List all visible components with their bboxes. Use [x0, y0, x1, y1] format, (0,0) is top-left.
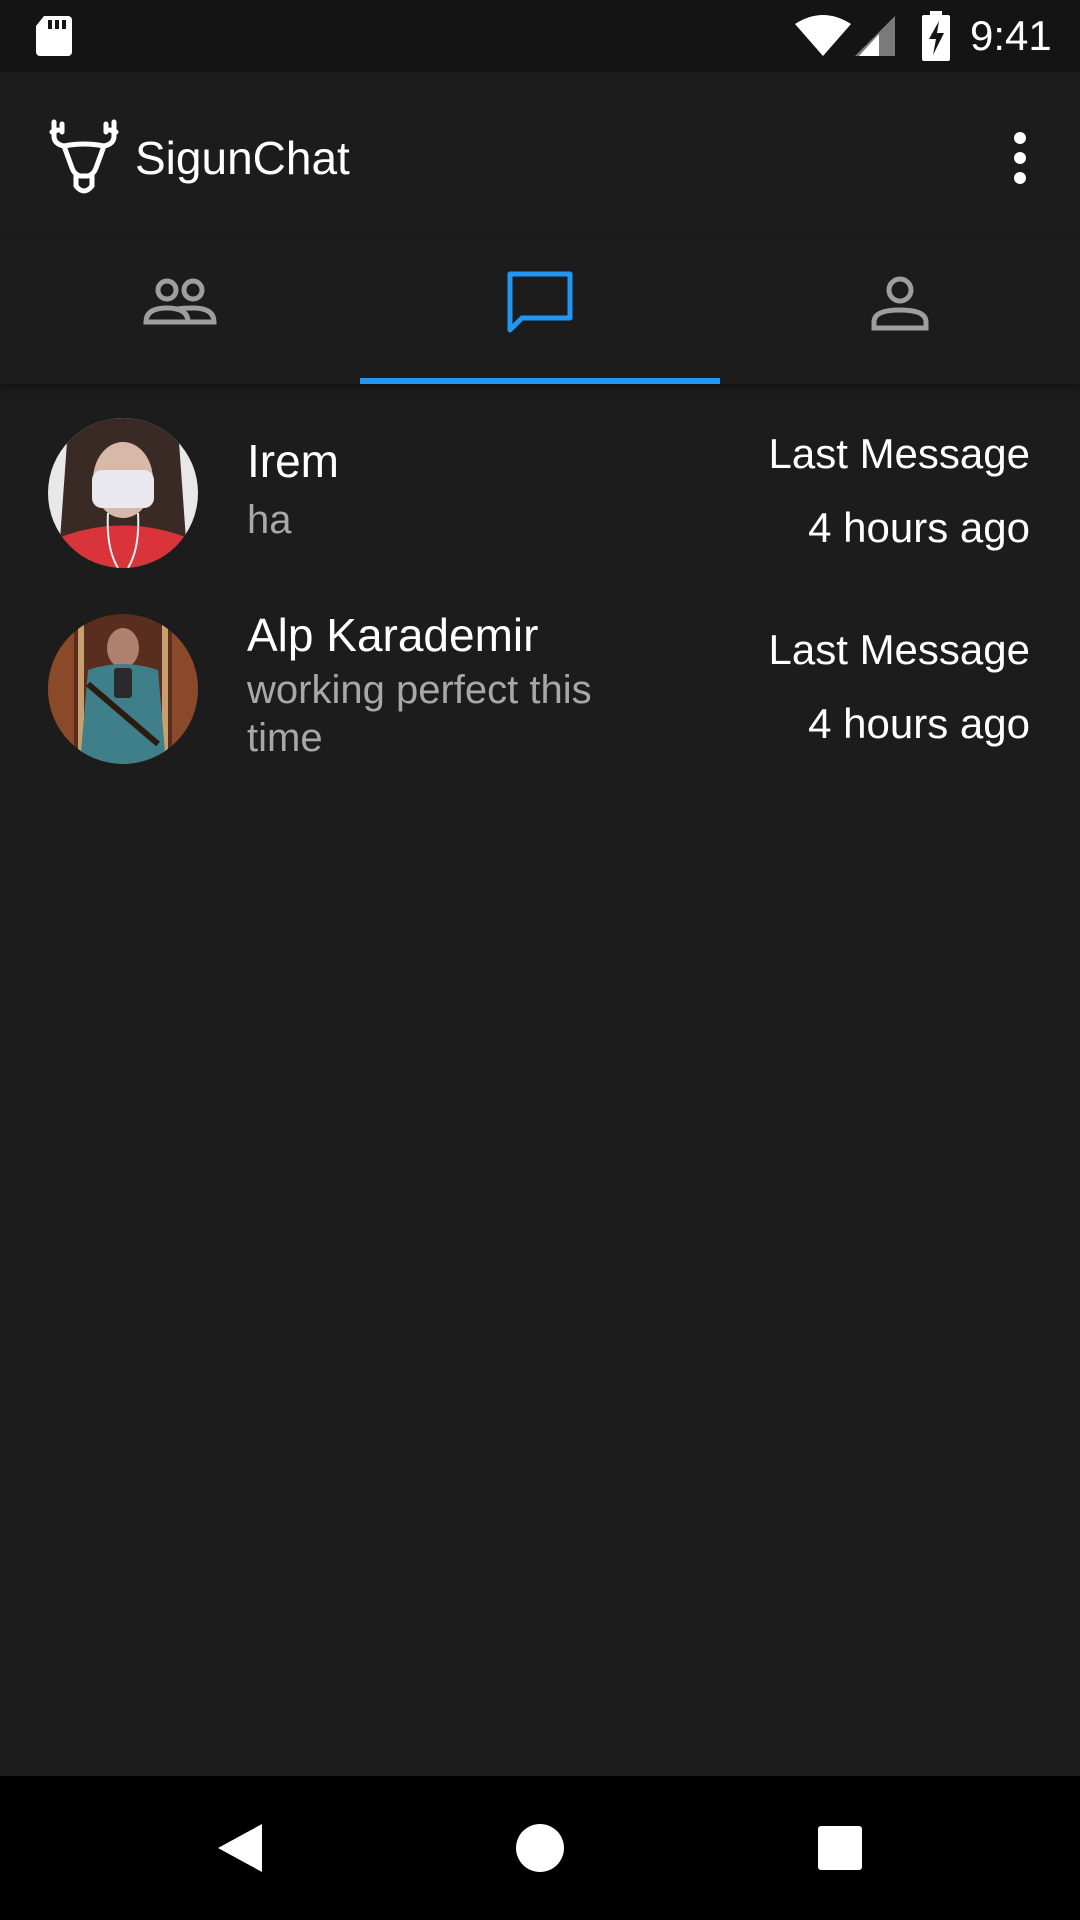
- sd-card-icon: [36, 16, 72, 56]
- last-message-time: 4 hours ago: [808, 700, 1030, 747]
- chat-row-irem[interactable]: Irem ha Last Message 4 hours ago: [0, 390, 1080, 586]
- home-icon[interactable]: [508, 1816, 572, 1880]
- tab-profile[interactable]: [720, 240, 1080, 384]
- system-nav-bar: [0, 1776, 1080, 1920]
- avatar-photo: [48, 614, 198, 764]
- battery-charging-icon: [922, 11, 950, 61]
- tab-contacts[interactable]: [0, 240, 360, 384]
- chat-name: Alp Karademir: [247, 609, 539, 661]
- back-icon[interactable]: [208, 1816, 272, 1880]
- tab-chats[interactable]: [360, 240, 720, 384]
- chat-name: Irem: [247, 435, 339, 487]
- avatar-photo: [48, 418, 198, 568]
- avatar: [48, 614, 198, 764]
- last-message-label: Last Message: [768, 626, 1030, 673]
- chat-icon: [507, 271, 573, 333]
- signal-icon: [855, 16, 895, 56]
- recents-icon[interactable]: [808, 1816, 872, 1880]
- people-icon: [143, 278, 217, 325]
- deer-logo-icon: [49, 119, 119, 194]
- active-tab-indicator: [360, 378, 720, 384]
- wifi-icon: [795, 15, 851, 56]
- status-bar: 9:41: [0, 0, 1080, 72]
- app-title: SigunChat: [135, 132, 350, 184]
- person-icon: [871, 276, 929, 331]
- avatar: [48, 418, 198, 568]
- chat-row-alp-karademir[interactable]: Alp Karademir working perfect this time …: [0, 586, 1080, 782]
- app-bar: SigunChat: [0, 72, 1080, 240]
- status-time: 9:41: [970, 12, 1052, 59]
- tab-bar: [0, 240, 1080, 384]
- last-message-time: 4 hours ago: [808, 504, 1030, 551]
- more-vert-icon[interactable]: [1000, 126, 1040, 190]
- chat-preview: working perfect this time: [247, 668, 592, 760]
- chat-preview: ha: [247, 498, 292, 542]
- last-message-label: Last Message: [768, 430, 1030, 477]
